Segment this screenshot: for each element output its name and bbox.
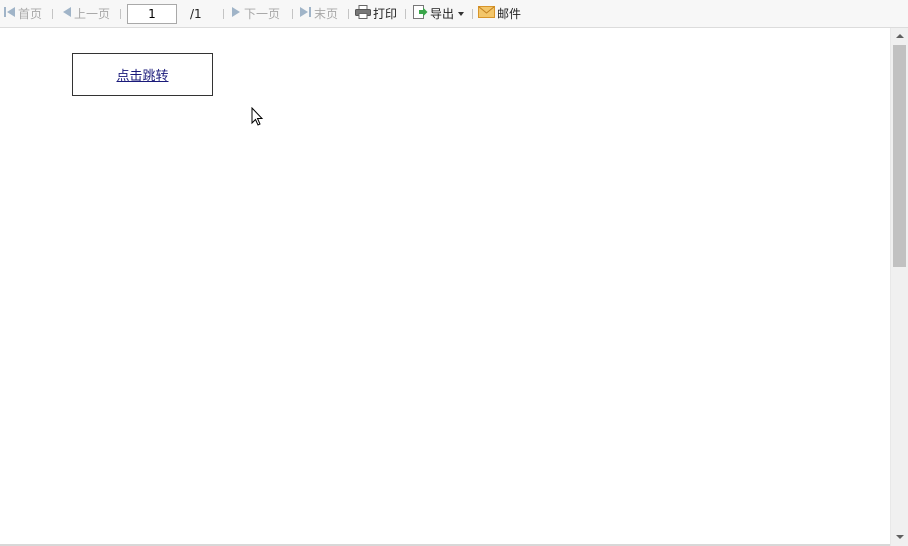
- mail-label: 邮件: [497, 7, 522, 21]
- next-page-label: 下一页: [244, 7, 281, 21]
- mail-icon: [478, 5, 495, 23]
- mouse-cursor-icon: [251, 107, 264, 126]
- first-page-icon: [3, 5, 16, 23]
- last-page-button[interactable]: 末页: [299, 5, 338, 23]
- next-page-button[interactable]: 下一页: [231, 5, 280, 23]
- toolbar-separator: [120, 9, 121, 19]
- toolbar-separator: [52, 9, 53, 19]
- vertical-scrollbar[interactable]: [890, 28, 908, 546]
- scroll-down-arrow-icon[interactable]: [891, 530, 908, 546]
- report-content-area: 点击跳转: [0, 28, 890, 546]
- first-page-button[interactable]: 首页: [3, 5, 42, 23]
- toolbar-separator: [472, 9, 473, 19]
- page-total-label: /1: [190, 7, 202, 21]
- first-page-label: 首页: [18, 7, 43, 21]
- toolbar-separator: [348, 9, 349, 19]
- prev-page-icon: [61, 5, 72, 23]
- export-label: 导出: [430, 7, 455, 21]
- last-page-label: 末页: [314, 7, 339, 21]
- jump-link-cell: 点击跳转: [72, 53, 213, 96]
- print-button[interactable]: 打印: [355, 4, 398, 24]
- printer-icon: [355, 4, 371, 24]
- report-toolbar: 首页 上一页 /1 下一页 末页: [0, 0, 908, 28]
- mail-button[interactable]: 邮件: [478, 5, 521, 23]
- prev-page-button[interactable]: 上一页: [61, 5, 110, 23]
- scroll-up-arrow-icon[interactable]: [891, 28, 908, 44]
- export-button[interactable]: 导出: [412, 4, 465, 25]
- chevron-down-icon: [458, 12, 465, 16]
- toolbar-separator: [292, 9, 293, 19]
- page-number-input[interactable]: [127, 4, 177, 24]
- print-label: 打印: [373, 7, 398, 21]
- export-icon: [412, 4, 428, 25]
- toolbar-separator: [405, 9, 406, 19]
- toolbar-separator: [223, 9, 224, 19]
- scrollbar-thumb[interactable]: [893, 45, 906, 267]
- jump-link[interactable]: 点击跳转: [116, 65, 168, 84]
- last-page-icon: [299, 5, 312, 23]
- next-page-icon: [231, 5, 242, 23]
- prev-page-label: 上一页: [74, 7, 111, 21]
